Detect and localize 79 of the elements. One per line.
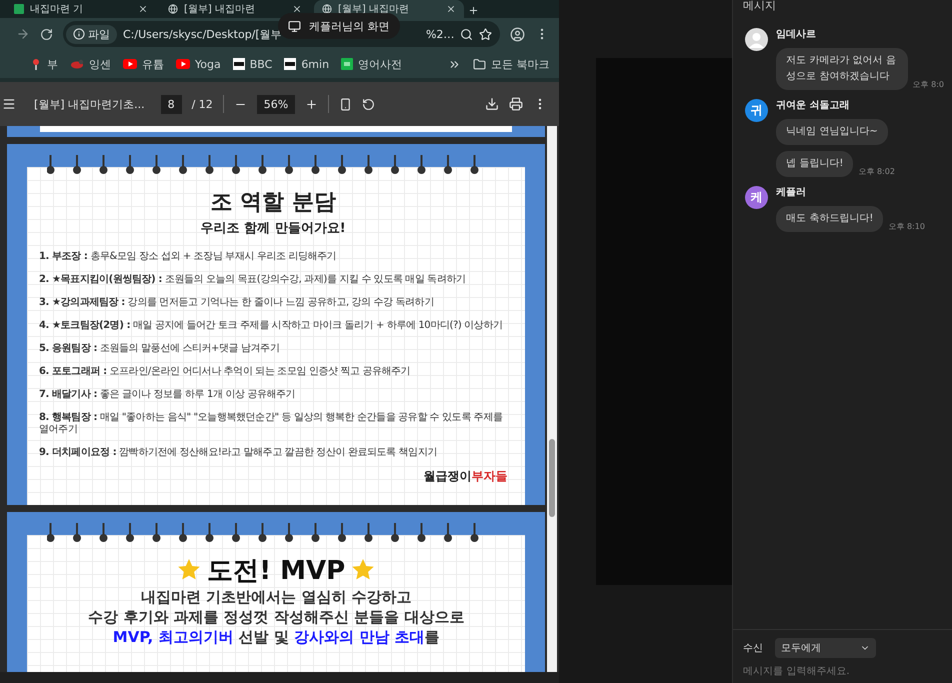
zoom-in-icon[interactable] bbox=[305, 98, 318, 110]
sheet-icon bbox=[14, 4, 24, 14]
bookmark[interactable]: BBC bbox=[232, 58, 272, 70]
dots-icon bbox=[232, 58, 245, 70]
info-icon bbox=[73, 28, 85, 40]
sender-name: 케플러 bbox=[776, 186, 808, 200]
forward-icon[interactable] bbox=[16, 27, 30, 41]
message-time: 오후 8:0 bbox=[912, 79, 944, 90]
star-icon bbox=[351, 558, 376, 582]
message-bubble: 닉네임 연님입니다~ bbox=[776, 119, 888, 145]
page-number-field[interactable]: 8 bbox=[160, 94, 182, 114]
star-icon[interactable] bbox=[479, 28, 492, 40]
play-icon bbox=[176, 59, 190, 69]
role-item: 9. 더치페이요정 : 깜빡하기전에 정산해요!라고 말해주고 깔끔한 정산이 완료되도록 책임지기 bbox=[39, 447, 438, 459]
panel-title: 메시지 bbox=[742, 0, 778, 14]
sender-name: 귀여운 쇠돌고래 bbox=[776, 99, 851, 113]
pin-icon bbox=[30, 58, 42, 70]
print-icon[interactable] bbox=[509, 97, 524, 111]
role-item: 2. ★목표지킴이(원씽팀장) : 조원들의 오늘의 목표(강의수강, 과제)를 지킬 수 있도록 매일 독려하기 bbox=[39, 274, 467, 286]
menu-icon[interactable] bbox=[2, 97, 16, 111]
bookmark[interactable]: 유튭 bbox=[123, 56, 164, 72]
page-title: 도전! MVP bbox=[207, 554, 346, 588]
page-title: 조 역할 분담 bbox=[210, 189, 337, 217]
bookmark[interactable]: Yoga bbox=[176, 58, 221, 70]
avatar: 케 bbox=[745, 186, 768, 209]
dots-icon bbox=[284, 58, 296, 70]
play-icon bbox=[123, 59, 137, 69]
folder-icon bbox=[472, 58, 486, 70]
sender-name: 임데사르 bbox=[776, 28, 818, 42]
url-text: %2… bbox=[426, 28, 454, 40]
message-bubble: 저도 카메라가 없어서 음성으로 참여하겠습니다 bbox=[776, 48, 908, 90]
role-item: 4. ★토크팀장(2명) : 매일 공지에 들어간 토크 주제를 시작하고 마이크 돌리기 + 하루에 10마디(?) 이상하기 bbox=[39, 320, 504, 332]
fit-page-icon[interactable] bbox=[339, 98, 352, 110]
bookmark-folder[interactable]: 모든 북마크 bbox=[472, 56, 550, 72]
message-bubble: 넵 들립니다! bbox=[776, 151, 854, 177]
role-item: 7. 배달기사 : 좋은 글이나 정보를 하루 1개 이상 공유해주기 bbox=[39, 389, 296, 401]
avatar: 귀 bbox=[745, 99, 768, 122]
file-chip[interactable]: 파일 bbox=[66, 24, 117, 44]
reload-icon[interactable] bbox=[40, 28, 53, 40]
profile-icon[interactable] bbox=[510, 26, 526, 42]
role-item: 8. 행복팀장 : 매일 "좋아하는 음식" "오늘행복했던순간" 등 일상의 행복한 순간들을 공유할 수 있도록 주제를 열어주기 bbox=[39, 412, 504, 436]
dictionary-icon bbox=[341, 58, 354, 70]
close-icon[interactable] bbox=[138, 4, 148, 14]
message-input[interactable]: 메시지를 입력해주세요. bbox=[743, 666, 942, 677]
globe-icon bbox=[322, 4, 332, 14]
page-text: 수강 후기와 과제를 정성껏 작성해주신 분들을 대상으로 bbox=[87, 607, 466, 627]
bookmark[interactable]: 잉센 bbox=[70, 56, 111, 72]
brand-logo: 월급쟁이부자들 bbox=[423, 468, 508, 485]
close-icon[interactable] bbox=[292, 4, 302, 14]
role-item: 1. 부조장 : 총무&모임 장소 섭외 + 조장님 부재시 우리조 리딩해주기 bbox=[39, 251, 338, 263]
download-icon[interactable] bbox=[485, 97, 500, 111]
page-total: / 12 bbox=[192, 98, 213, 110]
star-icon bbox=[177, 558, 202, 582]
close-icon[interactable] bbox=[446, 4, 456, 14]
bookmark[interactable]: 영어사전 bbox=[341, 56, 402, 72]
scroll-thumb[interactable] bbox=[549, 439, 556, 517]
message-time: 오후 8:02 bbox=[858, 166, 895, 177]
bookmark[interactable]: 부 bbox=[30, 56, 58, 72]
zoom-field[interactable]: 56% bbox=[256, 94, 296, 114]
user-avatar-icon bbox=[745, 28, 768, 51]
monitor-icon bbox=[288, 20, 301, 32]
bookmark[interactable]: 6min bbox=[284, 58, 330, 70]
page-text: 내집마련 기초반에서는 열심히 수강하고 bbox=[140, 587, 413, 607]
role-item: 5. 응원팀장 : 조원들의 말풍선에 스티커+댓글 남겨주기 bbox=[39, 343, 280, 355]
rotate-icon[interactable] bbox=[362, 98, 376, 110]
browser-tab[interactable]: 내집마련 기 bbox=[6, 0, 156, 18]
search-icon[interactable] bbox=[460, 28, 474, 40]
globe-icon bbox=[168, 4, 178, 14]
page-text: MVP, 최고의기버 선발 및 강사와의 만남 초대를 bbox=[112, 627, 441, 647]
document-title: [월부] 내집마련기초... bbox=[34, 96, 145, 112]
new-tab-icon[interactable] bbox=[468, 5, 479, 16]
message-bubble: 매도 축하드립니다! bbox=[776, 206, 884, 232]
scrollbar[interactable] bbox=[547, 126, 558, 672]
role-item: 6. 포토그래퍼 : 오프라인/온라인 어디서나 추억이 되는 조모임 인증샷 찍고 공유해주기 bbox=[39, 366, 412, 378]
recipient-dropdown[interactable]: 모두에게 bbox=[775, 638, 876, 658]
page-subtitle: 우리조 함께 만들어가요! bbox=[200, 220, 347, 237]
recipient-label: 수신 bbox=[743, 642, 764, 655]
message-time: 오후 8:10 bbox=[888, 221, 925, 232]
role-item: 3. ★강의과제팀장 : 강의를 먼저듣고 기억나는 한 줄이나 느낌 공유하고, 강의 수강 독려하기 bbox=[39, 297, 435, 309]
